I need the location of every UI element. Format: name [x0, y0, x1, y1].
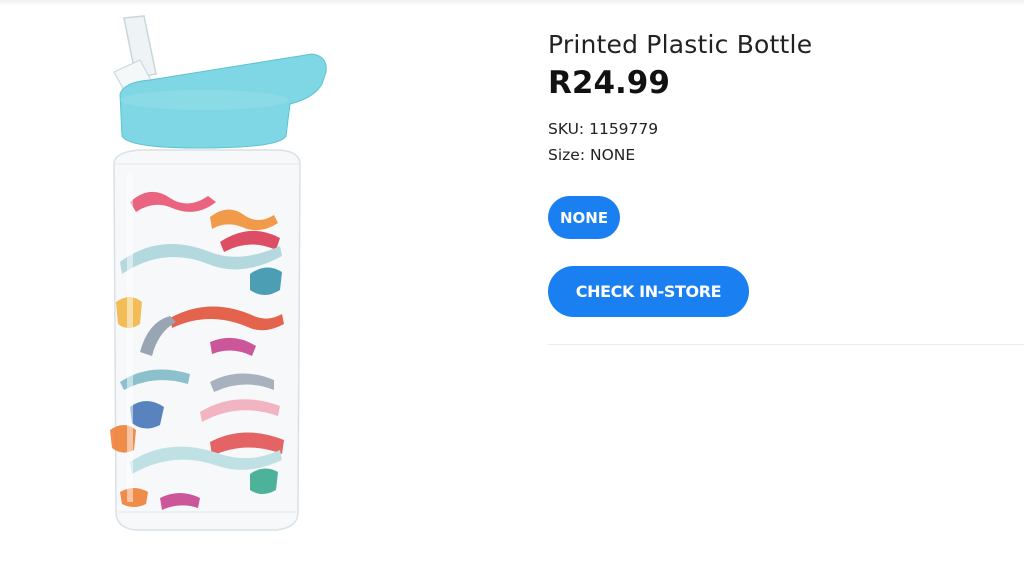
product-price: R24.99 [548, 65, 670, 101]
check-in-store-button[interactable]: CHECK IN-STORE [548, 266, 749, 317]
product-meta: SKU: 1159779 Size: NONE [548, 116, 1024, 168]
product-image[interactable] [100, 12, 340, 542]
water-bottle-illustration [110, 15, 327, 531]
product-details: Printed Plastic Bottle R24.99 SKU: 11597… [548, 28, 1024, 345]
sku-value: 1159779 [589, 120, 659, 138]
size-option-none[interactable]: NONE [548, 196, 621, 239]
sku-line: SKU: 1159779 [548, 116, 1024, 142]
size-value: NONE [589, 146, 636, 164]
sku-label: SKU: [548, 120, 585, 138]
section-divider [548, 344, 1024, 345]
size-label: Size: [548, 146, 586, 164]
header-shadow [0, 0, 1024, 6]
size-line: Size: NONE [548, 142, 1024, 168]
product-title: Printed Plastic Bottle [548, 30, 813, 59]
